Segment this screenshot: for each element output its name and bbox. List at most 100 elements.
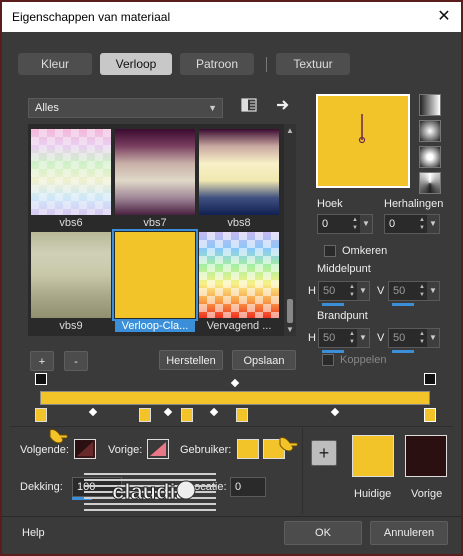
chevron-up-icon[interactable]: ▲ xyxy=(284,126,296,135)
link-label: Koppelen xyxy=(340,354,387,366)
repeats-value: 0 xyxy=(389,218,396,230)
close-icon[interactable]: ✕ xyxy=(433,6,455,28)
color-midpoint-marker[interactable] xyxy=(209,407,219,417)
chevron-down-icon: ▼ xyxy=(208,103,217,113)
midpoint-v-label: V xyxy=(377,285,385,297)
chevron-down-icon[interactable]: ▼ xyxy=(427,329,439,347)
chevron-down-icon[interactable]: ▼ xyxy=(357,329,369,347)
focus-v-slider[interactable] xyxy=(392,350,414,353)
remove-gradient-button[interactable]: - xyxy=(64,351,88,371)
library-item-label: vbs6 xyxy=(59,217,83,229)
sunburst-style-button[interactable] xyxy=(419,172,441,194)
library-item-label: vbs8 xyxy=(227,217,251,229)
focus-v-value: 50 xyxy=(393,332,406,344)
focus-v-label: V xyxy=(377,332,385,344)
reset-button[interactable]: Herstellen xyxy=(159,350,223,370)
spin-arrows-icon[interactable]: ▲ ▼ xyxy=(349,330,355,346)
pointing-hand-icon xyxy=(278,434,300,454)
color-stop[interactable] xyxy=(236,408,248,422)
library-item-label: Vervagend ... xyxy=(206,320,272,332)
linear-style-button[interactable] xyxy=(419,94,441,116)
divider xyxy=(302,428,303,514)
angle-input[interactable]: 0 ▲ ▼ ▼ xyxy=(317,214,373,234)
midpoint-h-slider[interactable] xyxy=(322,303,344,306)
gradient-thumbnail xyxy=(115,129,195,215)
divider xyxy=(10,426,453,427)
color-stop[interactable] xyxy=(35,408,47,422)
opacity-label: Dekking: xyxy=(20,481,63,493)
focus-h-input[interactable]: 50 ▲ ▼ ▼ xyxy=(318,328,370,353)
repeats-input[interactable]: 0 ▲ ▼ ▼ xyxy=(384,214,440,234)
prev-color-swatch[interactable] xyxy=(147,439,169,459)
color-stop[interactable] xyxy=(424,408,436,422)
current-color-swatch[interactable] xyxy=(352,435,394,477)
library-menu-icon[interactable] xyxy=(240,98,258,116)
user-color-swatch[interactable] xyxy=(237,439,259,459)
window-title: Eigenschappen van materiaal xyxy=(12,10,171,24)
category-value: Alles xyxy=(35,102,59,114)
invert-checkbox[interactable] xyxy=(324,245,336,257)
gradient-editor-bar[interactable] xyxy=(40,391,430,405)
next-color-swatch[interactable] xyxy=(74,439,96,459)
tab-separator xyxy=(266,57,267,72)
gradient-library: vbs6 vbs7 vbs8 vbs9 Verloop-Cla... Verva… xyxy=(28,124,284,336)
midpoint-h-label: H xyxy=(308,285,316,297)
arrow-right-icon[interactable] xyxy=(274,98,292,116)
save-button[interactable]: Opslaan xyxy=(232,350,296,370)
midpoint-h-input[interactable]: 50 ▲ ▼ ▼ xyxy=(318,281,370,306)
footer-divider xyxy=(2,516,461,517)
gradient-thumbnail xyxy=(199,129,279,215)
prev-label: Vorige: xyxy=(108,444,143,456)
focus-h-label: H xyxy=(308,332,316,344)
link-checkbox[interactable] xyxy=(322,354,334,366)
opacity-stop-right[interactable] xyxy=(424,373,436,385)
color-midpoint-marker[interactable] xyxy=(88,407,98,417)
tab-patroon[interactable]: Patroon xyxy=(180,53,254,75)
focus-h-slider[interactable] xyxy=(322,350,344,353)
color-midpoint-marker[interactable] xyxy=(163,407,173,417)
add-gradient-button[interactable]: + xyxy=(30,351,54,371)
spin-arrows-icon[interactable]: ▲ ▼ xyxy=(349,283,355,299)
rectangular-style-button[interactable] xyxy=(419,120,441,142)
tab-textuur[interactable]: Textuur xyxy=(276,53,350,75)
user-label: Gebruiker: xyxy=(180,444,232,456)
library-scrollbar[interactable]: ▲ ▼ xyxy=(284,124,296,336)
color-midpoint-marker[interactable] xyxy=(330,407,340,417)
current-label: Huidige xyxy=(354,488,392,500)
cancel-button[interactable]: Annuleren xyxy=(370,521,448,545)
help-button[interactable]: Help xyxy=(22,527,45,539)
scroll-thumb[interactable] xyxy=(287,299,293,323)
repeats-label: Herhalingen xyxy=(384,198,444,210)
chevron-down-icon[interactable]: ▼ xyxy=(360,215,372,233)
midpoint-v-value: 50 xyxy=(393,285,406,297)
chevron-down-icon[interactable]: ▼ xyxy=(284,325,296,334)
tab-kleur[interactable]: Kleur xyxy=(18,53,92,75)
library-item-label: Verloop-Cla... xyxy=(115,320,195,332)
focus-label: Brandpunt xyxy=(317,310,368,322)
opacity-midpoint-marker[interactable] xyxy=(230,378,240,388)
spin-arrows-icon[interactable]: ▲ ▼ xyxy=(419,283,425,299)
gradient-thumbnail xyxy=(112,229,198,321)
chevron-down-icon[interactable]: ▼ xyxy=(357,282,369,300)
opacity-stop-left[interactable] xyxy=(35,373,47,385)
location-input[interactable]: 0 xyxy=(230,477,266,497)
gradient-preview[interactable] xyxy=(316,94,410,188)
midpoint-v-input[interactable]: 50 ▲ ▼ ▼ xyxy=(388,281,440,306)
color-stop[interactable] xyxy=(181,408,193,422)
category-dropdown[interactable]: Alles ▼ xyxy=(28,98,223,118)
invert-label: Omkeren xyxy=(342,245,388,257)
tab-verloop[interactable]: Verloop xyxy=(100,53,172,75)
ok-button[interactable]: OK xyxy=(284,521,362,545)
chevron-down-icon[interactable]: ▼ xyxy=(427,215,439,233)
spin-arrows-icon[interactable]: ▲ ▼ xyxy=(352,216,358,232)
midpoint-v-slider[interactable] xyxy=(392,303,414,306)
add-color-button[interactable]: + xyxy=(311,440,337,466)
chevron-down-icon[interactable]: ▼ xyxy=(427,282,439,300)
spin-arrows-icon[interactable]: ▲ ▼ xyxy=(419,330,425,346)
radial-style-button[interactable] xyxy=(419,146,441,168)
previous-color-swatch[interactable] xyxy=(405,435,447,477)
color-stop[interactable] xyxy=(139,408,151,422)
focus-v-input[interactable]: 50 ▲ ▼ ▼ xyxy=(388,328,440,353)
previous-label: Vorige xyxy=(411,488,443,500)
spin-arrows-icon[interactable]: ▲ ▼ xyxy=(419,216,425,232)
